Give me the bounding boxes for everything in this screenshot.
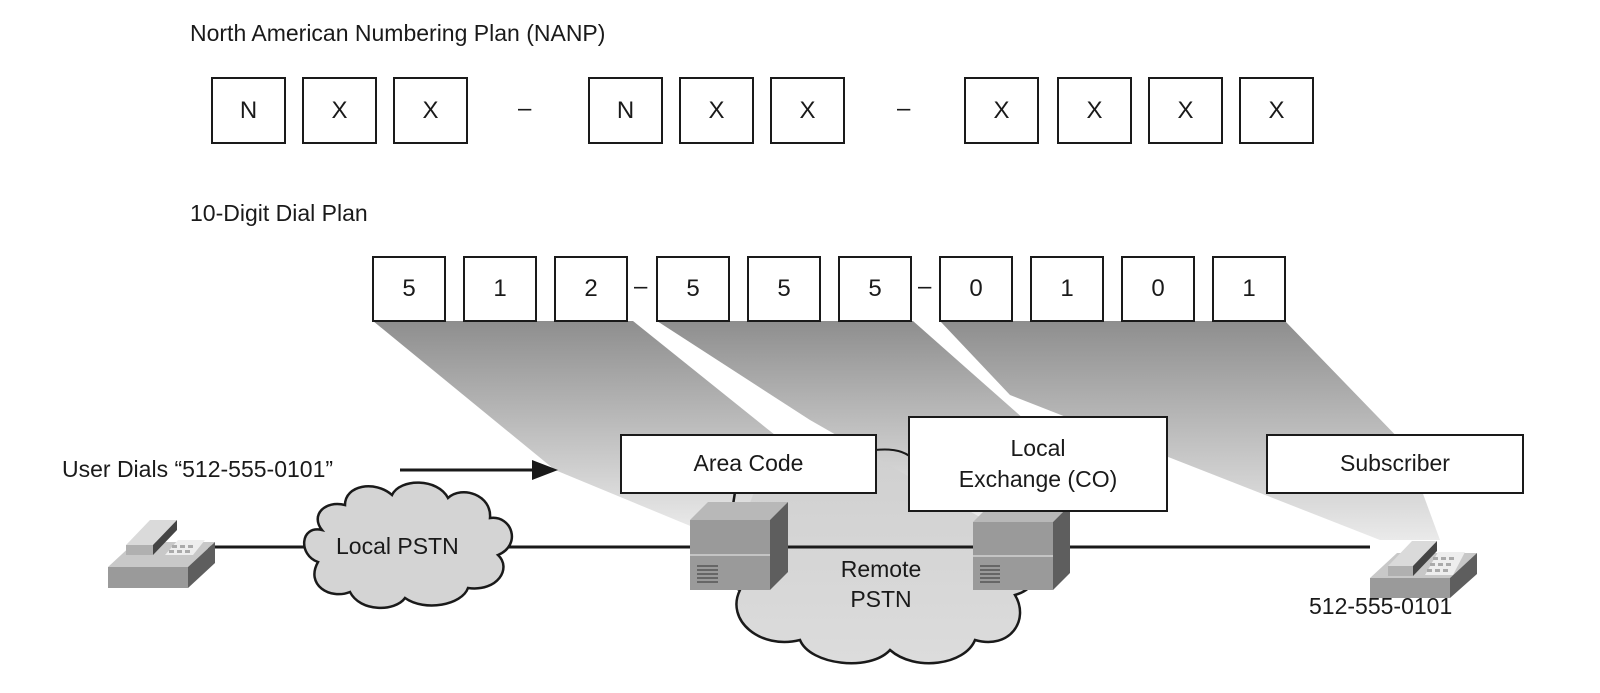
remote-pstn-line2: PSTN	[850, 585, 912, 612]
nanp-digit: N	[588, 77, 663, 144]
nanp-digit: X	[393, 77, 468, 144]
nanp-separator: –	[518, 95, 532, 122]
subscriber-text: Subscriber	[1340, 450, 1450, 477]
dial-separator: –	[634, 273, 648, 300]
area-code-label: Area Code	[620, 434, 877, 494]
dial-digit: 5	[747, 256, 821, 322]
local-exchange-line1: Local	[1010, 434, 1066, 461]
telephone-icon	[108, 520, 215, 588]
dial-digit: 1	[463, 256, 537, 322]
dial-digit: 1	[1212, 256, 1286, 322]
nanp-digit: X	[1057, 77, 1132, 144]
area-code-text: Area Code	[693, 450, 804, 477]
nanp-title: North American Numbering Plan (NANP)	[190, 20, 606, 46]
dial-digit: 2	[554, 256, 628, 322]
dial-digit: 5	[656, 256, 730, 322]
destination-number: 512-555-0101	[1309, 593, 1453, 619]
dial-digit: 5	[372, 256, 446, 322]
switch-icon	[973, 505, 1070, 590]
dial-separator: –	[918, 273, 932, 300]
arrow-right-icon	[400, 460, 558, 480]
switch-icon	[690, 502, 788, 590]
local-pstn-text: Local PSTN	[336, 533, 459, 559]
nanp-digit: X	[1148, 77, 1223, 144]
remote-pstn-text: Remote PSTN	[826, 555, 936, 615]
dial-digit: 0	[1121, 256, 1195, 322]
telephone-icon	[1370, 541, 1477, 598]
subscriber-label: Subscriber	[1266, 434, 1524, 494]
dial-plan-title: 10-Digit Dial Plan	[190, 200, 368, 226]
nanp-digit: X	[770, 77, 845, 144]
dial-digit: 0	[939, 256, 1013, 322]
local-exchange-label: Local Exchange (CO)	[908, 416, 1168, 512]
nanp-separator: –	[897, 95, 911, 122]
dial-digit: 1	[1030, 256, 1104, 322]
dial-digit: 5	[838, 256, 912, 322]
remote-pstn-line1: Remote	[840, 556, 922, 582]
nanp-digit: X	[964, 77, 1039, 144]
nanp-digit: X	[679, 77, 754, 144]
nanp-digit: N	[211, 77, 286, 144]
nanp-digit: X	[1239, 77, 1314, 144]
user-dials-text: User Dials “512-555-0101”	[62, 456, 334, 482]
nanp-digit: X	[302, 77, 377, 144]
local-exchange-line2: Exchange (CO)	[958, 466, 1118, 492]
